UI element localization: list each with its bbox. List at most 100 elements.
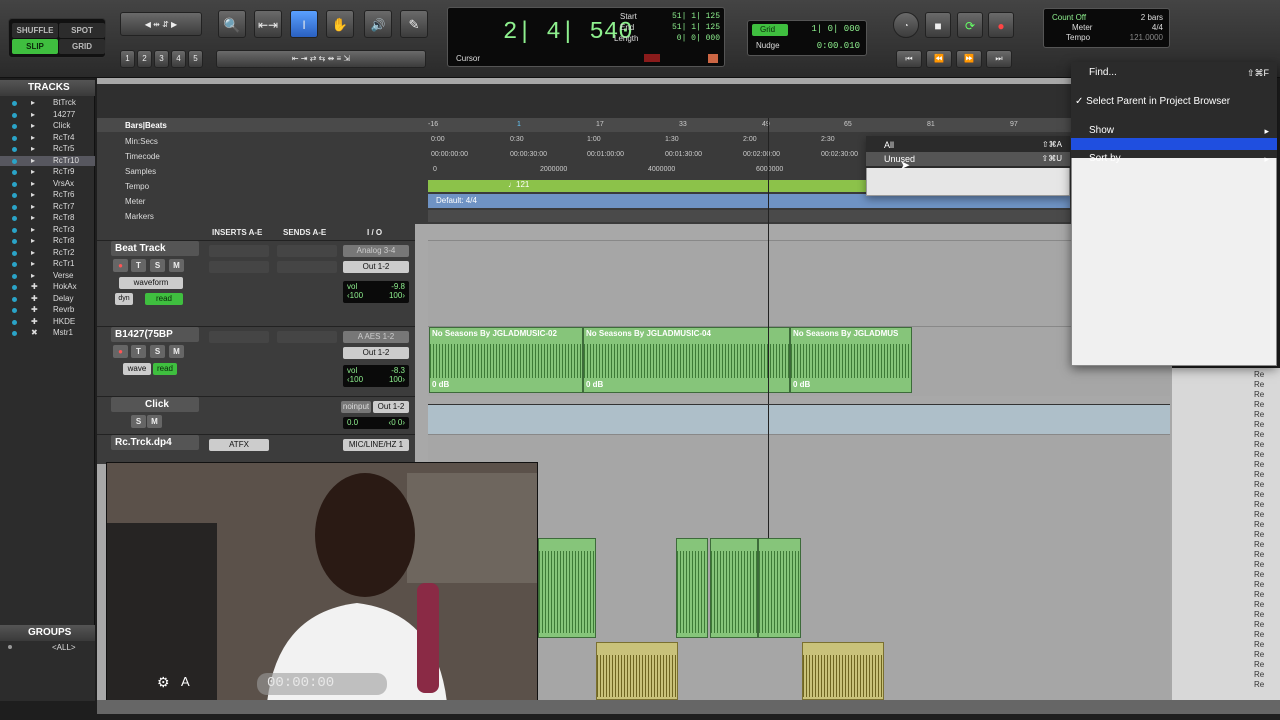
universe-view[interactable] (97, 84, 1072, 118)
solo-button[interactable]: S (150, 259, 165, 272)
edit-tool-options[interactable]: ⇤ ⇥ ⇄ ⇆ ⇹ ≡ ⇲ (216, 50, 426, 68)
track-list-item[interactable]: ✚ HokAx (0, 282, 95, 293)
clip-list-row[interactable]: Re (1172, 610, 1280, 620)
audio-clip[interactable]: No Seasons By JGLADMUS 0 dB (790, 327, 912, 393)
volume-pan-display[interactable]: vol -8.3 ‹100 100› (343, 365, 409, 387)
insert-slot[interactable] (209, 261, 269, 273)
track-name[interactable]: B1427(75BP (111, 327, 199, 342)
zoomer-tool-icon[interactable]: 🔍 (218, 10, 246, 38)
zoom-preset-5[interactable]: 5 (188, 50, 203, 68)
clip-list-row[interactable]: Re (1172, 560, 1280, 570)
track-list-item[interactable]: ▸ Verse (0, 271, 95, 282)
track-visible-dot[interactable] (12, 158, 17, 164)
shuffle-mode-button[interactable]: SHUFFLE (12, 23, 58, 38)
stop-button[interactable]: ■ (925, 12, 951, 38)
meter-ruler[interactable]: Default: 4/4 (428, 194, 1070, 208)
track-visible-dot[interactable] (12, 296, 17, 302)
track-view-selector[interactable]: waveform (119, 277, 183, 289)
track-list-item[interactable]: ▸ BtTrck (0, 98, 95, 109)
zoom-preset-2[interactable]: 2 (137, 50, 152, 68)
clip-list-row[interactable]: Re (1172, 540, 1280, 550)
clip-list-row[interactable]: Re (1172, 380, 1280, 390)
solo-button[interactable]: S (131, 415, 146, 428)
nudge-value[interactable]: 0:00.010 (817, 41, 860, 51)
menu-item-highlighted[interactable] (1071, 138, 1277, 150)
grid-mode-button[interactable]: GRID (59, 39, 105, 54)
clip-list-row[interactable]: Re (1172, 530, 1280, 540)
clip-list-row[interactable]: Re (1172, 570, 1280, 580)
menu-item-all[interactable]: All ⇧⌘A (866, 138, 1070, 152)
track-name[interactable]: Beat Track (111, 241, 199, 256)
go-to-end-button[interactable]: ⏭ (986, 50, 1012, 68)
pan-left-value[interactable]: ‹100 (347, 291, 363, 300)
clip-list-row[interactable]: Re (1172, 510, 1280, 520)
track-list-item[interactable]: ▸ RcTr8 (0, 236, 95, 247)
clip-list-row[interactable]: Re (1172, 430, 1280, 440)
clip-list-row[interactable]: Re (1172, 580, 1280, 590)
track-list-item[interactable]: ▸ Click (0, 121, 95, 132)
grabber-tool-icon[interactable]: ✋ (326, 10, 354, 38)
clip-list-row[interactable]: Re (1172, 650, 1280, 660)
click-lane[interactable] (428, 404, 1170, 434)
group-item-all[interactable]: <ALL> (52, 643, 76, 652)
clip-list-row[interactable]: Re (1172, 640, 1280, 650)
mute-button[interactable]: M (169, 259, 184, 272)
zoom-buttons[interactable]: ◀ ⇹ ⇵ ▶ (120, 12, 202, 36)
clip-list-row[interactable]: Re (1172, 520, 1280, 530)
clip-list-row[interactable]: Re (1172, 390, 1280, 400)
track-list-item[interactable]: ▸ RcTr7 (0, 202, 95, 213)
clip-list-row[interactable]: Re (1172, 450, 1280, 460)
track-list-item[interactable]: ▸ RcTr6 (0, 190, 95, 201)
send-slot[interactable] (277, 245, 337, 257)
clip-list-row[interactable]: Re (1172, 680, 1280, 690)
pan-left-value[interactable]: ‹100 (347, 375, 363, 384)
pan-right-value[interactable]: 100› (389, 375, 405, 384)
clip-list-row[interactable]: Re (1172, 670, 1280, 680)
track-visible-dot[interactable] (12, 239, 17, 244)
spot-mode-button[interactable]: SPOT (59, 23, 105, 38)
menu-item-unused[interactable]: Unused ⇧⌘U (866, 152, 1070, 166)
audio-clip[interactable]: No Seasons By JGLADMUSIC-04 0 dB (583, 327, 790, 393)
track-list-item[interactable]: ▸ VrsAx (0, 179, 95, 190)
insert-slot[interactable] (209, 331, 269, 343)
track-visible-dot[interactable] (12, 273, 17, 279)
audio-clip[interactable] (676, 538, 708, 638)
send-slot[interactable] (277, 261, 337, 273)
track-list-item[interactable]: ▸ RcTr4 (0, 133, 95, 144)
clip-list-row[interactable]: Re (1172, 490, 1280, 500)
track-visible-dot[interactable] (12, 285, 17, 290)
clip-list-row[interactable]: Re (1172, 600, 1280, 610)
track-list-item[interactable]: ▸ RcTr10 (0, 155, 95, 166)
vol-value[interactable]: -8.3 (391, 366, 405, 375)
online-button[interactable]: ◔ (893, 12, 919, 38)
volume-pan-display[interactable]: 0.0 ‹0 0› (343, 417, 409, 429)
menu-item-sort-by[interactable]: Sort by ▸ (1071, 150, 1277, 168)
clip-list-row[interactable]: Re (1172, 630, 1280, 640)
automation-mode[interactable]: read (145, 293, 183, 305)
clip-list-row[interactable]: Re (1172, 480, 1280, 490)
track-list-item[interactable]: ▸ RcTr2 (0, 248, 95, 259)
track-list-item[interactable]: ▸ RcTr9 (0, 167, 95, 178)
output-selector[interactable]: Out 1-2 (373, 401, 409, 413)
audio-clip[interactable] (596, 642, 678, 700)
menu-item-find[interactable]: Find... ⇧⌘F (1071, 64, 1277, 82)
track-visible-dot[interactable] (12, 262, 17, 267)
vol-value[interactable]: -9.8 (391, 282, 405, 291)
clip-list-row[interactable]: Re (1172, 500, 1280, 510)
track-visible-dot[interactable] (12, 135, 17, 141)
selector-tool-icon[interactable]: I (290, 10, 318, 38)
zoom-preset-1[interactable]: 1 (120, 50, 135, 68)
trim-tool-icon[interactable]: ⇤⇥ (254, 10, 282, 38)
track-name[interactable]: Click (111, 397, 199, 412)
groups-panel-title[interactable]: GROUPS (0, 625, 95, 641)
audio-clip[interactable] (538, 538, 596, 638)
grid-value[interactable]: 1| 0| 000 (811, 24, 860, 34)
clip-list-row[interactable]: Re (1172, 420, 1280, 430)
track-visible-dot[interactable] (12, 147, 17, 152)
send-slot[interactable] (277, 331, 337, 343)
track-list-item[interactable]: ✚ HKDE (0, 317, 95, 328)
dyn-button[interactable]: dyn (115, 293, 133, 305)
clip-list-row[interactable]: Re (1172, 440, 1280, 450)
clip-list-row[interactable]: Re (1172, 400, 1280, 410)
track-list-item[interactable]: ▸ RcTr1 (0, 259, 95, 270)
